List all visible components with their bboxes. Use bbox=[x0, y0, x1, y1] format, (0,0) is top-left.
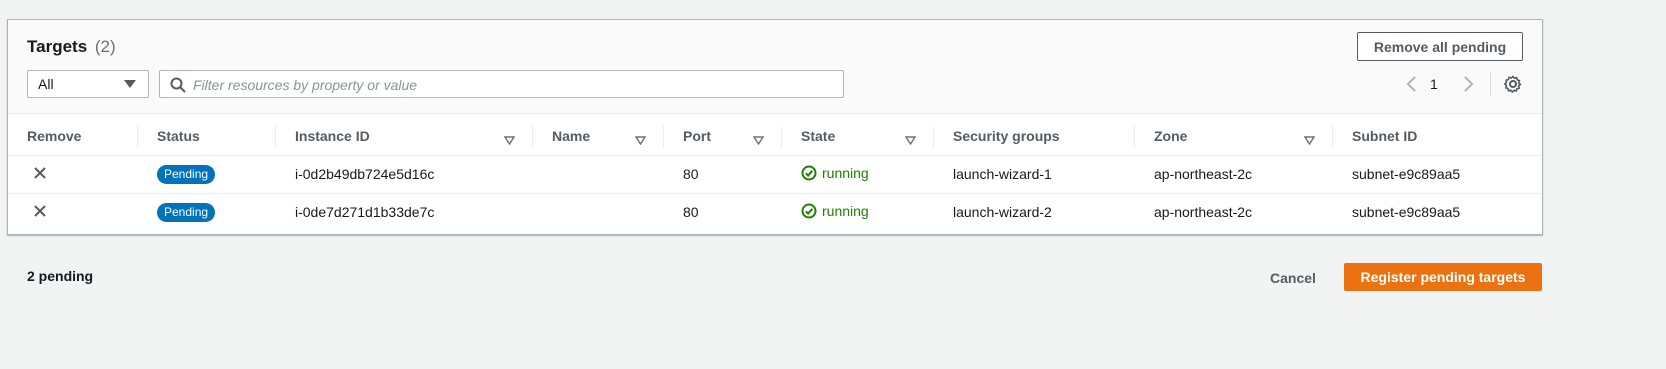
gear-icon[interactable] bbox=[1504, 75, 1522, 96]
close-icon[interactable] bbox=[33, 204, 47, 221]
remove-all-pending-button[interactable]: Remove all pending bbox=[1357, 32, 1523, 61]
sort-icon[interactable] bbox=[904, 132, 917, 148]
cancel-button[interactable]: Cancel bbox=[1261, 264, 1325, 292]
instance-id: i-0d2b49db724e5d16c bbox=[276, 155, 533, 194]
table-row: Pending i-0de7d271d1b33de7c 80 running l… bbox=[8, 193, 1542, 231]
panel-title: Targets (2) bbox=[27, 37, 116, 57]
column-header-port[interactable]: Port bbox=[664, 118, 782, 156]
subnet-id: subnet-e9c89aa5 bbox=[1352, 204, 1461, 221]
close-icon[interactable] bbox=[33, 166, 47, 183]
search-icon bbox=[170, 77, 186, 96]
column-header-state[interactable]: State bbox=[782, 118, 934, 156]
targets-table: Remove Status Instance ID Name Port Stat… bbox=[8, 118, 1542, 231]
column-header-instance-id[interactable]: Instance ID bbox=[276, 118, 533, 156]
zone: ap-northeast-2c bbox=[1135, 155, 1333, 194]
column-header-status: Status bbox=[138, 118, 276, 156]
security-group: launch-wizard-1 bbox=[934, 155, 1135, 194]
table-row: Pending i-0d2b49db724e5d16c 80 running l… bbox=[8, 155, 1542, 194]
column-header-zone[interactable]: Zone bbox=[1135, 118, 1333, 156]
sort-icon[interactable] bbox=[503, 132, 516, 148]
state-indicator: running bbox=[801, 203, 869, 219]
current-page[interactable]: 1 bbox=[1430, 76, 1438, 92]
state-label: running bbox=[822, 202, 869, 219]
port: 80 bbox=[683, 204, 699, 221]
sort-icon[interactable] bbox=[634, 132, 647, 148]
table-header-row: Remove Status Instance ID Name Port Stat… bbox=[8, 118, 1542, 156]
column-header-subnet-id: Subnet ID bbox=[1333, 118, 1542, 156]
pending-count: 2 pending bbox=[27, 268, 94, 284]
next-page-icon[interactable] bbox=[1461, 75, 1475, 96]
check-circle-icon bbox=[801, 203, 817, 219]
zone: ap-northeast-2c bbox=[1154, 204, 1253, 221]
check-circle-icon bbox=[801, 165, 817, 180]
register-pending-targets-button[interactable]: Register pending targets bbox=[1344, 263, 1542, 291]
instance-name bbox=[533, 193, 664, 231]
previous-page-icon[interactable] bbox=[1405, 75, 1419, 96]
filter-select-value: All bbox=[38, 76, 54, 92]
targets-panel-header: Targets (2) Remove all pending All Filte… bbox=[8, 20, 1542, 114]
column-header-name[interactable]: Name bbox=[533, 118, 664, 156]
security-group: launch-wizard-2 bbox=[953, 204, 1052, 221]
state-label: running bbox=[822, 164, 869, 181]
panel-title-text: Targets bbox=[27, 37, 88, 56]
status-badge: Pending bbox=[157, 164, 216, 184]
port: 80 bbox=[664, 155, 782, 194]
instance-id: i-0de7d271d1b33de7c bbox=[295, 204, 435, 221]
targets-panel: Targets (2) Remove all pending All Filte… bbox=[7, 19, 1543, 235]
subnet-id: subnet-e9c89aa5 bbox=[1333, 155, 1542, 194]
state-indicator: running bbox=[801, 165, 869, 181]
sort-icon[interactable] bbox=[1303, 132, 1316, 148]
sort-icon[interactable] bbox=[752, 132, 765, 148]
filter-select[interactable]: All bbox=[27, 70, 149, 98]
search-input[interactable]: Filter resources by property or value bbox=[159, 70, 844, 98]
search-placeholder: Filter resources by property or value bbox=[193, 77, 418, 93]
target-count: (2) bbox=[94, 37, 116, 56]
instance-name bbox=[533, 155, 664, 194]
column-header-remove: Remove bbox=[8, 118, 138, 156]
status-badge: Pending bbox=[157, 202, 216, 222]
caret-down-icon bbox=[124, 80, 136, 88]
pager-divider bbox=[1490, 72, 1491, 96]
column-header-security-groups: Security groups bbox=[934, 118, 1135, 156]
